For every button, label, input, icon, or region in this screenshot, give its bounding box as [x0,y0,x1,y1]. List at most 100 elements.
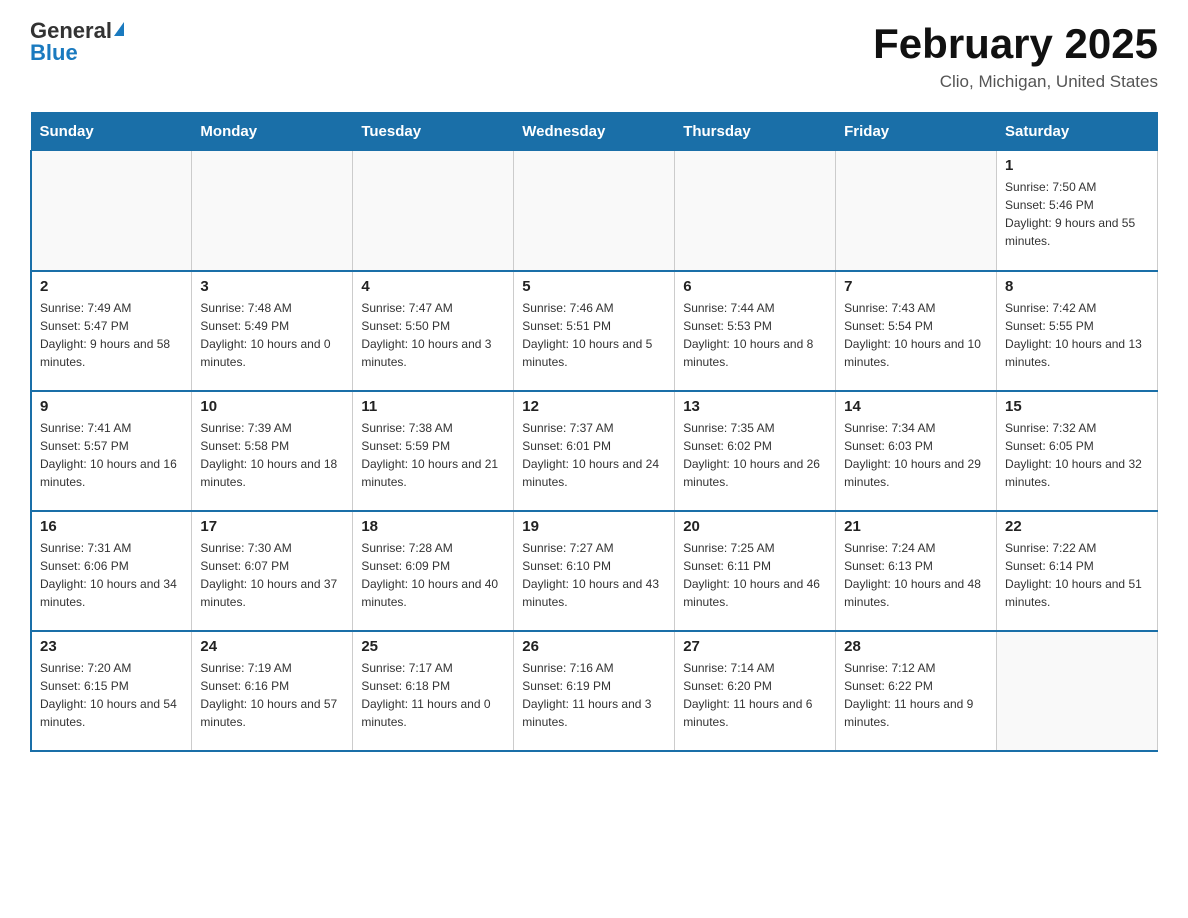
day-info: Sunrise: 7:12 AMSunset: 6:22 PMDaylight:… [844,659,988,731]
logo-triangle-icon [114,22,124,36]
day-number: 26 [522,638,666,655]
calendar-cell [675,151,836,271]
day-info: Sunrise: 7:31 AMSunset: 6:06 PMDaylight:… [40,539,183,611]
day-info: Sunrise: 7:28 AMSunset: 6:09 PMDaylight:… [361,539,505,611]
page-header: General Blue February 2025 Clio, Michiga… [30,20,1158,92]
day-info: Sunrise: 7:34 AMSunset: 6:03 PMDaylight:… [844,419,988,491]
calendar-cell: 5 Sunrise: 7:46 AMSunset: 5:51 PMDaylight… [514,271,675,391]
col-friday: Friday [836,113,997,151]
calendar-cell [353,151,514,271]
day-number: 8 [1005,278,1149,295]
calendar-cell: 16 Sunrise: 7:31 AMSunset: 6:06 PMDayligh… [31,511,192,631]
day-number: 21 [844,518,988,535]
day-info: Sunrise: 7:42 AMSunset: 5:55 PMDaylight:… [1005,299,1149,371]
calendar-cell: 15 Sunrise: 7:32 AMSunset: 6:05 PMDayligh… [997,391,1158,511]
col-sunday: Sunday [31,113,192,151]
calendar-cell: 6 Sunrise: 7:44 AMSunset: 5:53 PMDaylight… [675,271,836,391]
day-info: Sunrise: 7:27 AMSunset: 6:10 PMDaylight:… [522,539,666,611]
day-number: 23 [40,638,183,655]
calendar-cell [836,151,997,271]
col-saturday: Saturday [997,113,1158,151]
logo: General Blue [30,20,124,64]
calendar-cell: 28 Sunrise: 7:12 AMSunset: 6:22 PMDayligh… [836,631,997,751]
day-info: Sunrise: 7:37 AMSunset: 6:01 PMDaylight:… [522,419,666,491]
page-subtitle: Clio, Michigan, United States [873,72,1158,92]
day-info: Sunrise: 7:30 AMSunset: 6:07 PMDaylight:… [200,539,344,611]
day-number: 15 [1005,398,1149,415]
day-number: 9 [40,398,183,415]
day-info: Sunrise: 7:24 AMSunset: 6:13 PMDaylight:… [844,539,988,611]
day-number: 20 [683,518,827,535]
col-tuesday: Tuesday [353,113,514,151]
calendar-week-row: 9 Sunrise: 7:41 AMSunset: 5:57 PMDaylight… [31,391,1158,511]
day-number: 16 [40,518,183,535]
day-info: Sunrise: 7:22 AMSunset: 6:14 PMDaylight:… [1005,539,1149,611]
day-number: 10 [200,398,344,415]
day-number: 12 [522,398,666,415]
day-number: 5 [522,278,666,295]
calendar-cell: 24 Sunrise: 7:19 AMSunset: 6:16 PMDayligh… [192,631,353,751]
day-number: 28 [844,638,988,655]
day-info: Sunrise: 7:43 AMSunset: 5:54 PMDaylight:… [844,299,988,371]
calendar-cell: 19 Sunrise: 7:27 AMSunset: 6:10 PMDayligh… [514,511,675,631]
calendar-cell: 22 Sunrise: 7:22 AMSunset: 6:14 PMDayligh… [997,511,1158,631]
calendar-cell: 14 Sunrise: 7:34 AMSunset: 6:03 PMDayligh… [836,391,997,511]
calendar-week-row: 23 Sunrise: 7:20 AMSunset: 6:15 PMDayligh… [31,631,1158,751]
day-info: Sunrise: 7:32 AMSunset: 6:05 PMDaylight:… [1005,419,1149,491]
day-info: Sunrise: 7:41 AMSunset: 5:57 PMDaylight:… [40,419,183,491]
calendar-header-row: Sunday Monday Tuesday Wednesday Thursday… [31,113,1158,151]
day-info: Sunrise: 7:50 AMSunset: 5:46 PMDaylight:… [1005,178,1149,250]
day-number: 3 [200,278,344,295]
day-info: Sunrise: 7:46 AMSunset: 5:51 PMDaylight:… [522,299,666,371]
calendar-cell: 20Sunrise: 7:25 AMSunset: 6:11 PMDayligh… [675,511,836,631]
day-info: Sunrise: 7:44 AMSunset: 5:53 PMDaylight:… [683,299,827,371]
day-info: Sunrise: 7:48 AMSunset: 5:49 PMDaylight:… [200,299,344,371]
calendar-cell: 23 Sunrise: 7:20 AMSunset: 6:15 PMDayligh… [31,631,192,751]
calendar-week-row: 1 Sunrise: 7:50 AMSunset: 5:46 PMDaylight… [31,151,1158,271]
day-number: 6 [683,278,827,295]
calendar-cell: 3 Sunrise: 7:48 AMSunset: 5:49 PMDaylight… [192,271,353,391]
day-info: Sunrise: 7:14 AMSunset: 6:20 PMDaylight:… [683,659,827,731]
col-thursday: Thursday [675,113,836,151]
day-info: Sunrise: 7:39 AMSunset: 5:58 PMDaylight:… [200,419,344,491]
calendar-cell: 21 Sunrise: 7:24 AMSunset: 6:13 PMDayligh… [836,511,997,631]
calendar-cell: 9 Sunrise: 7:41 AMSunset: 5:57 PMDaylight… [31,391,192,511]
day-number: 2 [40,278,183,295]
day-info: Sunrise: 7:17 AMSunset: 6:18 PMDaylight:… [361,659,505,731]
day-number: 13 [683,398,827,415]
calendar-cell [31,151,192,271]
calendar-cell: 27Sunrise: 7:14 AMSunset: 6:20 PMDayligh… [675,631,836,751]
day-info: Sunrise: 7:47 AMSunset: 5:50 PMDaylight:… [361,299,505,371]
calendar-cell: 13Sunrise: 7:35 AMSunset: 6:02 PMDayligh… [675,391,836,511]
day-number: 25 [361,638,505,655]
day-info: Sunrise: 7:16 AMSunset: 6:19 PMDaylight:… [522,659,666,731]
day-number: 24 [200,638,344,655]
day-number: 19 [522,518,666,535]
calendar-cell: 8 Sunrise: 7:42 AMSunset: 5:55 PMDaylight… [997,271,1158,391]
day-number: 7 [844,278,988,295]
day-number: 17 [200,518,344,535]
calendar-cell: 7 Sunrise: 7:43 AMSunset: 5:54 PMDaylight… [836,271,997,391]
calendar-table: Sunday Monday Tuesday Wednesday Thursday… [30,112,1158,752]
calendar-cell [192,151,353,271]
page-title: February 2025 [873,20,1158,68]
logo-blue-text: Blue [30,42,78,64]
day-info: Sunrise: 7:19 AMSunset: 6:16 PMDaylight:… [200,659,344,731]
calendar-cell [997,631,1158,751]
calendar-week-row: 16 Sunrise: 7:31 AMSunset: 6:06 PMDayligh… [31,511,1158,631]
day-info: Sunrise: 7:20 AMSunset: 6:15 PMDaylight:… [40,659,183,731]
day-info: Sunrise: 7:49 AMSunset: 5:47 PMDaylight:… [40,299,183,371]
calendar-cell: 10 Sunrise: 7:39 AMSunset: 5:58 PMDayligh… [192,391,353,511]
calendar-cell: 11Sunrise: 7:38 AMSunset: 5:59 PMDayligh… [353,391,514,511]
day-number: 14 [844,398,988,415]
day-info: Sunrise: 7:38 AMSunset: 5:59 PMDaylight:… [361,419,505,491]
calendar-cell: 25 Sunrise: 7:17 AMSunset: 6:18 PMDayligh… [353,631,514,751]
calendar-cell [514,151,675,271]
logo-general-text: General [30,20,112,42]
title-block: February 2025 Clio, Michigan, United Sta… [873,20,1158,92]
calendar-week-row: 2 Sunrise: 7:49 AMSunset: 5:47 PMDaylight… [31,271,1158,391]
calendar-cell: 17 Sunrise: 7:30 AMSunset: 6:07 PMDayligh… [192,511,353,631]
col-wednesday: Wednesday [514,113,675,151]
day-number: 22 [1005,518,1149,535]
day-number: 1 [1005,157,1149,174]
